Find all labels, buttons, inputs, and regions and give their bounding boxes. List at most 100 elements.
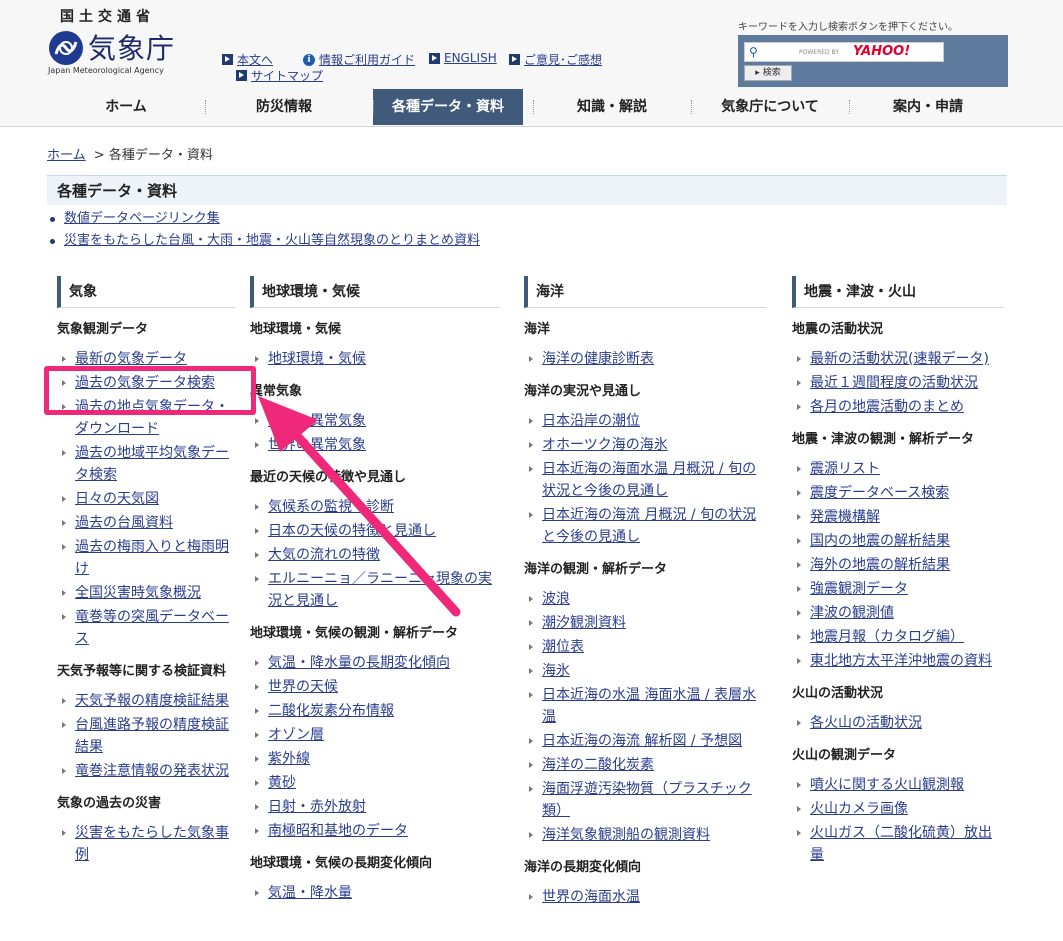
data-link[interactable]: 海洋の健康診断表 [542,351,654,367]
list-item: 気候系の監視・診断 [250,496,500,518]
ministry-name: 国土交通省 [60,9,155,25]
feedback-link[interactable]: ご意見･ご感想 [509,51,602,68]
data-link[interactable]: 過去の台風資料 [75,515,173,531]
sitemap-link[interactable]: サイトマップ [236,67,323,84]
data-link[interactable]: 世界の天候 [268,679,338,695]
list-item: 気温・降水量 [250,882,500,904]
column: 気象 気象観測データ 最新の気象データ 過去の気象データ検索 過去の地点気象データ・ダウ… [57,276,235,868]
breadcrumb-separator: > [93,148,105,163]
data-link[interactable]: 津波の観測値 [810,605,894,621]
data-link[interactable]: 潮位表 [542,639,584,655]
usage-guide-link[interactable]: i 情報ご利用ガイド [303,51,415,68]
list-item: 最近１週間程度の活動状況 [792,372,1004,394]
data-link[interactable]: 日本近海の海流 解析図 / 予想図 [542,733,742,749]
data-link[interactable]: 波浪 [542,591,570,607]
data-link[interactable]: 南極昭和基地のデータ [268,823,408,839]
data-link[interactable]: 東北地方太平洋沖地震の資料 [810,653,992,669]
data-link[interactable]: 災害をもたらした気象事例 [75,825,229,863]
data-link[interactable]: 海洋の二酸化炭素 [542,757,654,773]
data-link[interactable]: 日本の天候の特徴と見通し [268,523,436,539]
nav-about[interactable]: 気象庁について [691,89,849,125]
data-link[interactable]: 気温・降水量の長期変化傾向 [268,655,450,671]
data-link[interactable]: 地震月報（カタログ編） [810,629,964,645]
data-link[interactable]: オゾン層 [268,727,324,743]
section-heading: 地震・津波の観測・解析データ [792,432,975,447]
data-link[interactable]: 気候系の監視・診断 [268,499,394,515]
data-link[interactable]: 世界の異常気象 [268,437,366,453]
highlight-box [44,366,256,415]
data-link[interactable]: 震源リスト [810,461,880,477]
nav-home[interactable]: ホーム [47,89,205,125]
data-link[interactable]: 海外の地震の解析結果 [810,557,950,573]
data-link[interactable]: 噴火に関する火山観測報 [810,777,964,793]
data-link[interactable]: 紫外線 [268,751,310,767]
list-item: 天気予報の精度検証結果 [57,690,235,712]
data-link[interactable]: 強震観測データ [810,581,908,597]
data-link[interactable]: 気温・降水量 [268,885,352,901]
section-heading: 海洋の実況や見通し [524,384,642,399]
data-link[interactable]: 震度データベース検索 [810,485,949,501]
link-list: 震源リスト震度データベース検索 発震機構解国内の地震の解析結果 海外の地震の解析結果… [792,458,1004,672]
data-link[interactable]: 日本沿岸の潮位 [542,413,640,429]
link-list: 各火山の活動状況 [792,712,1004,734]
data-link[interactable]: 過去の梅雨入りと梅雨明け [75,539,229,577]
list-item: 大気の流れの特徴 [250,544,500,566]
data-link[interactable]: 各月の地震活動のまとめ [810,399,964,415]
agency-name[interactable]: 気象庁 [88,27,175,67]
nav-guide[interactable]: 案内・申請 [849,89,1007,125]
list-item: 日本の異常気象 [250,410,500,432]
data-link[interactable]: オホーツク海の海氷 [542,437,668,453]
data-link[interactable]: 日本の異常気象 [268,413,366,429]
nav-data[interactable]: 各種データ・資料 [372,89,524,125]
section-heading: 海洋 [524,322,551,337]
numeric-data-link[interactable]: 数値データページリンク集 [64,211,220,226]
data-link[interactable]: 海氷 [542,663,570,679]
search-input[interactable]: ⚲ POWERED BY YAHOO! [744,42,944,62]
data-link[interactable]: 海洋気象観測船の観測資料 [542,827,710,843]
data-link[interactable]: 竜巻等の突風データベース [75,609,229,647]
data-link[interactable]: 過去の地域平均気象データ検索 [75,445,229,483]
section-heading: 火山の観測データ [792,748,897,763]
data-link[interactable]: 国内の地震の解析結果 [810,533,950,549]
disaster-summary-link[interactable]: 災害をもたらした台風・大雨・地震・火山等自然現象のとりまとめ資料 [64,233,480,248]
data-link[interactable]: 竜巻注意情報の発表状況 [75,763,229,779]
list-item: 竜巻等の突風データベース [57,606,235,650]
data-link[interactable]: 全国災害時気象概況 [75,585,201,601]
top-links: 数値データページリンク集 災害をもたらした台風・大雨・地震・火山等自然現象のとり… [47,208,480,252]
data-link[interactable]: 潮汐観測資料 [542,615,626,631]
data-link[interactable]: 日本近海の海流 月概況 / 旬の状況と今後の見通し [542,507,756,545]
data-link[interactable]: 台風進路予報の精度検証結果 [75,717,229,755]
column-heading: 地震・津波・火山 [792,276,1004,308]
data-link[interactable]: 火山ガス（二酸化硫黄）放出量 [810,825,992,863]
data-link[interactable]: 天気予報の精度検証結果 [75,693,229,709]
data-link[interactable]: 日々の天気図 [75,491,159,507]
data-link[interactable]: 二酸化炭素分布情報 [268,703,394,719]
nav-knowledge[interactable]: 知識・解説 [533,89,691,125]
data-link[interactable]: 地球環境・気候 [268,351,366,367]
list-item: 黄砂 [250,772,500,794]
data-link[interactable]: 火山カメラ画像 [810,801,908,817]
data-link[interactable]: 世界の海面水温 [542,889,640,905]
link-list: 災害をもたらした気象事例 [57,822,235,866]
skip-to-content-link[interactable]: 本文へ [222,51,273,68]
breadcrumb: ホーム > 各種データ・資料 [47,144,213,163]
data-link[interactable]: エルニーニョ／ラニーニャ現象の実況と見通し [268,571,492,609]
breadcrumb-home[interactable]: ホーム [47,148,86,163]
section-heading: 火山の活動状況 [792,686,884,701]
link-list: 日本沿岸の潮位オホーツク海の海氷日本近海の海面水温 月概況 / 旬の状況と今後の… [524,410,766,548]
data-link[interactable]: 大気の流れの特徴 [268,547,380,563]
data-link[interactable]: 最近１週間程度の活動状況 [810,375,978,391]
data-link[interactable]: 日本近海の水温 海面水温 / 表層水温 [542,687,756,725]
data-link[interactable]: 各火山の活動状況 [810,715,922,731]
data-link[interactable]: 日射・赤外放射 [268,799,366,815]
english-link[interactable]: ENGLISH [429,51,497,65]
search-button[interactable]: ▸ 検索 [744,65,792,81]
data-link[interactable]: 最新の活動状況(速報データ) [810,351,989,367]
section-heading: 天気予報等に関する検証資料 [57,664,227,679]
data-link[interactable]: 黄砂 [268,775,296,791]
data-link[interactable]: 最新の気象データ [75,351,187,367]
data-link[interactable]: 海面浮遊汚染物質（プラスチック類） [542,781,752,819]
nav-disaster-info[interactable]: 防災情報 [204,89,363,125]
data-link[interactable]: 発震機構解 [810,509,880,525]
data-link[interactable]: 日本近海の海面水温 月概況 / 旬の状況と今後の見通し [542,461,756,499]
